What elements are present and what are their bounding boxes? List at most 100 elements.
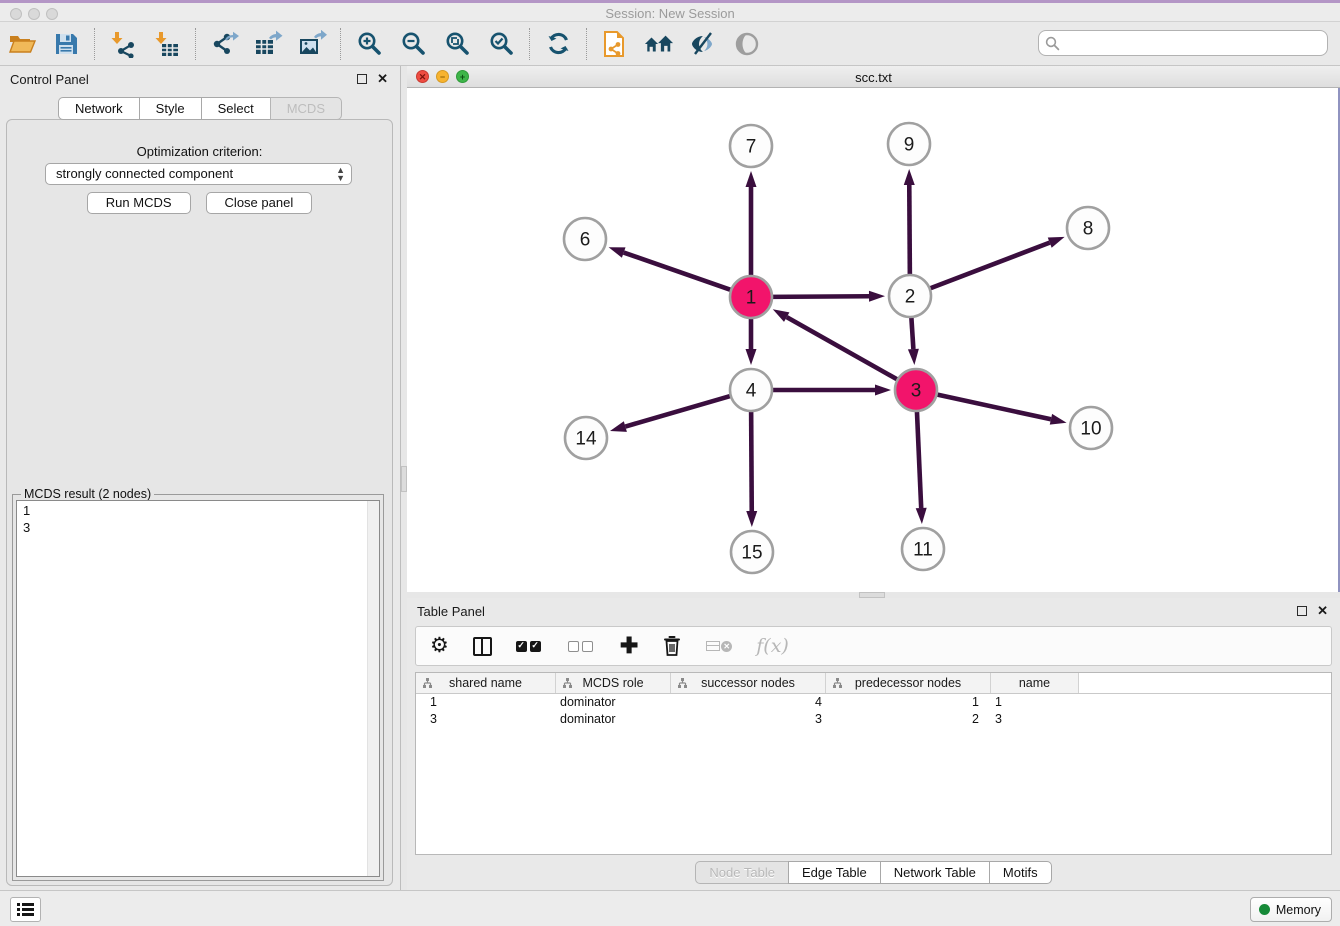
function-builder-icon: f(x) — [756, 634, 789, 658]
dark-circle-icon[interactable] — [732, 29, 762, 59]
edge-1-6[interactable] — [624, 253, 733, 291]
search-icon — [1045, 36, 1060, 51]
save-disk-icon[interactable] — [51, 29, 81, 59]
arrowhead-2-3 — [908, 349, 919, 365]
close-panel-icon[interactable]: ✕ — [377, 71, 388, 87]
arrowhead-4-3 — [875, 385, 891, 396]
table-panel-title: Table Panel — [417, 604, 485, 619]
export-network-icon[interactable] — [209, 29, 239, 59]
table-cell: 3 — [671, 711, 826, 728]
arrowhead-3-1 — [773, 309, 790, 322]
column-header-predecessor-nodes[interactable]: predecessor nodes — [826, 673, 991, 693]
mcds-result-textarea[interactable]: 1 3 — [16, 500, 380, 877]
tab-edge-table[interactable]: Edge Table — [788, 861, 880, 884]
criterion-dropdown[interactable]: strongly connected component ▲▼ — [45, 163, 352, 185]
run-mcds-button[interactable]: Run MCDS — [87, 192, 191, 214]
add-icon[interactable]: ✚ — [620, 634, 638, 658]
export-table-icon[interactable] — [253, 29, 283, 59]
houses-icon[interactable] — [644, 29, 674, 59]
refresh-icon[interactable] — [543, 29, 573, 59]
node-table[interactable]: shared nameMCDS rolesuccessor nodesprede… — [415, 672, 1332, 855]
tab-network-table[interactable]: Network Table — [880, 861, 989, 884]
edge-3-11[interactable] — [917, 409, 921, 508]
memory-status-icon — [1259, 904, 1270, 915]
tab-mcds[interactable]: MCDS — [270, 97, 342, 120]
status-bar: Memory — [0, 890, 1340, 926]
edge-3-10[interactable] — [935, 394, 1051, 419]
table-cell: 4 — [671, 694, 826, 711]
search-input[interactable] — [1038, 30, 1328, 56]
edge-4-15[interactable] — [751, 409, 752, 511]
clear-checkboxes-icon[interactable] — [568, 634, 596, 658]
table-cell: 2 — [826, 711, 991, 728]
zoom-out-icon[interactable] — [398, 29, 428, 59]
graph-node-label-14: 14 — [575, 429, 597, 450]
zoom-fit-icon[interactable] — [442, 29, 472, 59]
edge-4-14[interactable] — [625, 395, 732, 426]
arrowhead-1-2 — [869, 291, 885, 302]
open-folder-icon[interactable] — [7, 29, 37, 59]
float-table-panel-icon[interactable] — [1297, 606, 1307, 616]
table-cell: dominator — [556, 711, 671, 728]
table-row[interactable]: 3dominator323 — [416, 711, 1331, 728]
graph-node-label-15: 15 — [741, 543, 762, 564]
app-title: Session: New Session — [0, 6, 1340, 21]
memory-label: Memory — [1276, 903, 1321, 917]
graph-node-label-7: 7 — [746, 137, 757, 158]
tab-motifs[interactable]: Motifs — [989, 861, 1052, 884]
column-header-name[interactable]: name — [991, 673, 1079, 693]
task-list-button[interactable] — [10, 897, 41, 922]
edge-2-8[interactable] — [928, 243, 1050, 290]
graph-node-label-11: 11 — [913, 540, 933, 561]
trash-icon[interactable] — [662, 634, 682, 658]
tab-select[interactable]: Select — [201, 97, 270, 120]
edge-2-9[interactable] — [909, 185, 910, 277]
columns-icon[interactable] — [473, 634, 492, 658]
edge-1-2[interactable] — [770, 296, 869, 297]
dropdown-stepper-icon: ▲▼ — [336, 166, 345, 182]
tab-node-table[interactable]: Node Table — [695, 861, 788, 884]
import-network-icon[interactable] — [108, 29, 138, 59]
table-tabs: Node TableEdge TableNetwork TableMotifs — [407, 861, 1340, 884]
close-table-panel-icon[interactable]: ✕ — [1317, 603, 1328, 619]
criterion-value: strongly connected component — [56, 166, 233, 181]
copy-network-icon[interactable] — [600, 29, 630, 59]
zoom-in-icon[interactable] — [354, 29, 384, 59]
column-header-shared-name[interactable]: shared name — [416, 673, 556, 693]
export-image-icon[interactable] — [297, 29, 327, 59]
toolbar-separator — [340, 28, 341, 60]
graph-node-label-3: 3 — [911, 381, 922, 402]
network-canvas[interactable]: 7968124314101511 — [407, 88, 1340, 592]
eye-slash-icon[interactable] — [688, 29, 718, 59]
main-toolbar — [0, 22, 1340, 66]
graph-node-label-10: 10 — [1080, 419, 1101, 440]
graph-svg: 7968124314101511 — [407, 88, 1338, 590]
column-header-successor-nodes[interactable]: successor nodes — [671, 673, 826, 693]
tab-network[interactable]: Network — [58, 97, 139, 120]
table-cell: 1 — [991, 694, 1079, 711]
edge-2-3[interactable] — [911, 315, 913, 349]
gear-icon[interactable]: ⚙ — [430, 634, 449, 658]
mcds-result-group: MCDS result (2 nodes) 1 3 — [12, 494, 384, 881]
tab-style[interactable]: Style — [139, 97, 201, 120]
memory-button[interactable]: Memory — [1250, 897, 1332, 922]
mcds-result-title: MCDS result (2 nodes) — [21, 487, 154, 501]
import-table-icon[interactable] — [152, 29, 182, 59]
delete-table-icon: ✕ — [706, 634, 732, 658]
float-panel-icon[interactable] — [357, 74, 367, 84]
close-panel-button[interactable]: Close panel — [206, 192, 313, 214]
graph-node-label-4: 4 — [746, 381, 757, 402]
table-header-row: shared nameMCDS rolesuccessor nodesprede… — [416, 673, 1331, 694]
select-all-checkboxes-icon[interactable] — [516, 634, 544, 658]
zoom-check-icon[interactable] — [486, 29, 516, 59]
edge-3-1[interactable] — [787, 317, 900, 381]
toolbar-separator — [529, 28, 530, 60]
network-window-titlebar: ✕ − + scc.txt — [407, 66, 1340, 88]
result-scrollbar[interactable] — [367, 501, 379, 876]
graph-node-label-9: 9 — [904, 135, 915, 156]
network-title: scc.txt — [407, 70, 1340, 85]
graph-node-label-6: 6 — [580, 230, 591, 251]
column-header-MCDS-role[interactable]: MCDS role — [556, 673, 671, 693]
table-row[interactable]: 1dominator411 — [416, 694, 1331, 711]
toolbar-separator — [94, 28, 95, 60]
